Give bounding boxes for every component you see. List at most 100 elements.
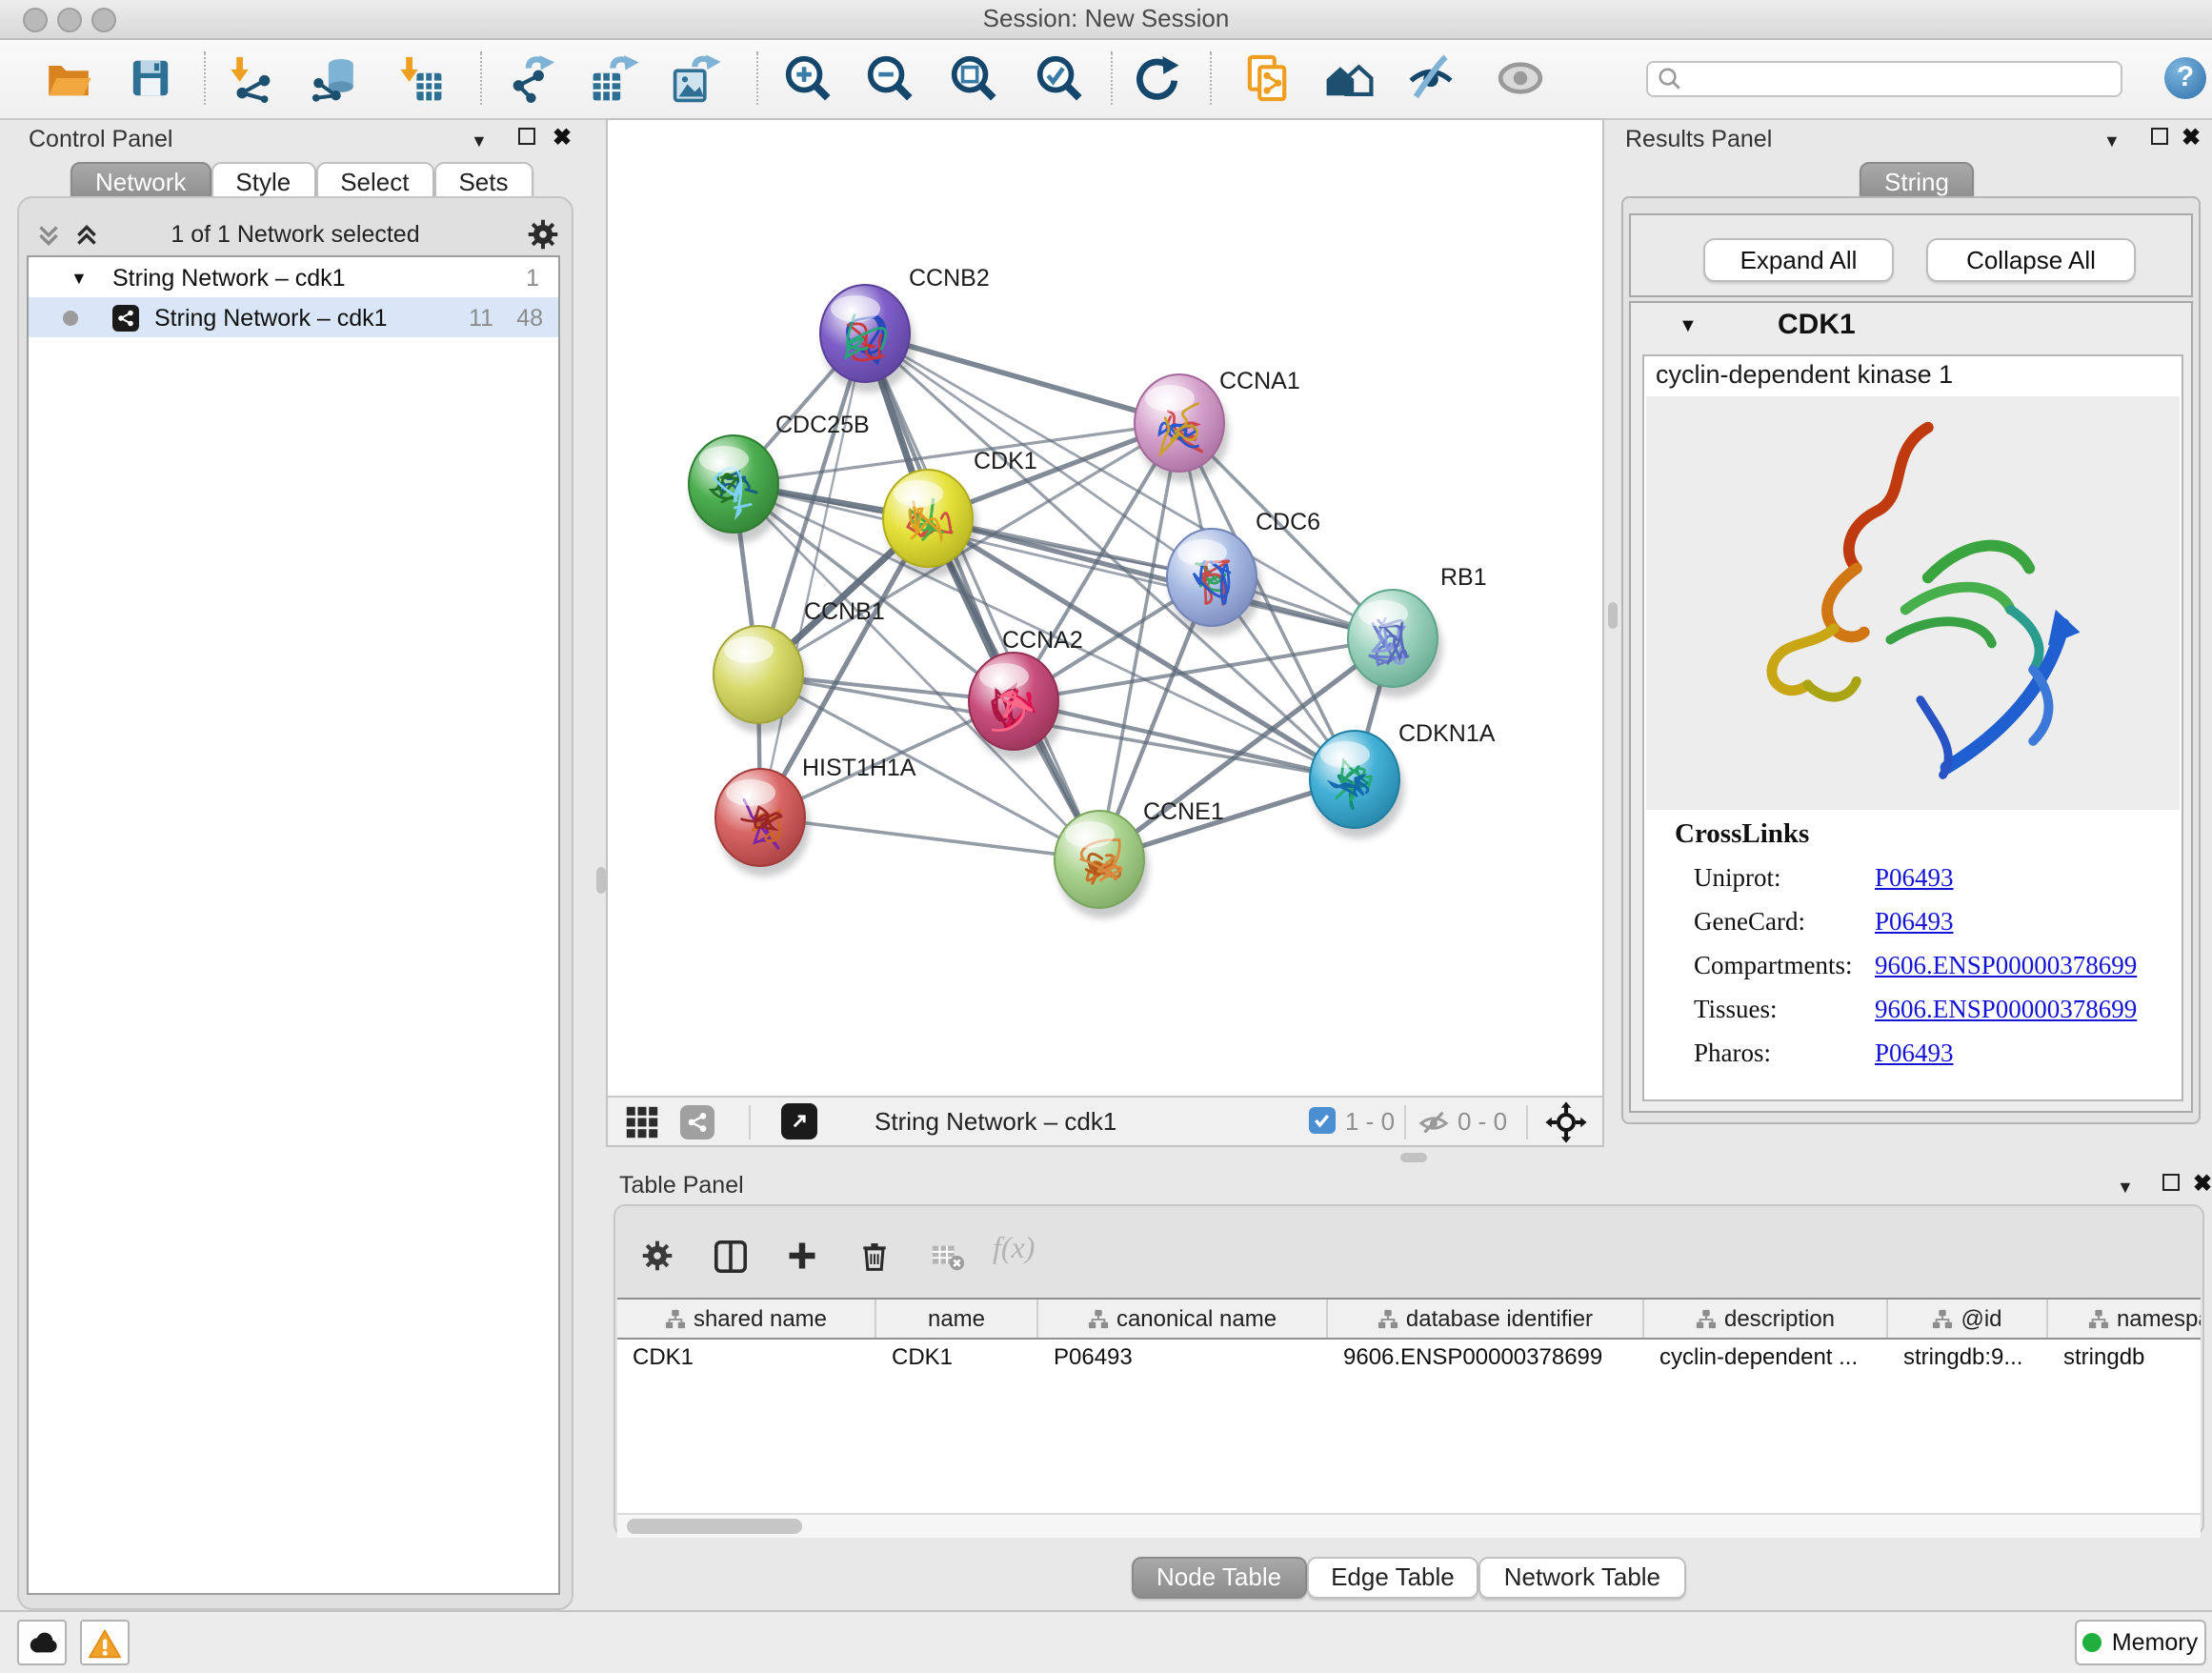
zoom-selected-button[interactable] bbox=[1035, 53, 1084, 103]
database-icon bbox=[309, 53, 358, 103]
table-cell[interactable]: CDK1 bbox=[617, 1342, 876, 1369]
network-canvas[interactable]: CCNB2CCNA1CDC25BCDK1CDC6RB1CCNB1CCNA2CDK… bbox=[608, 120, 1602, 1094]
network-view-title: String Network – cdk1 bbox=[875, 1107, 1116, 1136]
toolbar-separator bbox=[1111, 51, 1113, 105]
import-table-icon bbox=[394, 53, 444, 103]
table-cell[interactable]: stringdb bbox=[2048, 1342, 2201, 1369]
open-session-button[interactable] bbox=[44, 53, 93, 103]
vertical-splitter-handle[interactable] bbox=[596, 867, 606, 894]
tab-edge-table[interactable]: Edge Table bbox=[1306, 1557, 1479, 1599]
delete-column-button[interactable] bbox=[852, 1233, 897, 1279]
cloud-status-button[interactable] bbox=[17, 1620, 67, 1665]
table-cell[interactable]: stringdb:9... bbox=[1888, 1342, 2048, 1369]
toolbar-separator bbox=[480, 51, 482, 105]
selected-checkbox-icon[interactable] bbox=[1309, 1107, 1336, 1134]
delete-table-button-disabled[interactable] bbox=[924, 1233, 970, 1279]
crosslink-label: Uniprot: bbox=[1694, 863, 1781, 894]
import-network-button[interactable] bbox=[225, 53, 274, 103]
control-panel-close-icon[interactable]: ✖ bbox=[553, 128, 572, 147]
gear-icon bbox=[640, 1239, 674, 1273]
export-table-button[interactable] bbox=[591, 53, 640, 103]
table-cell[interactable]: 9606.ENSP00000378699 bbox=[1328, 1342, 1644, 1369]
tab-node-table[interactable]: Node Table bbox=[1132, 1557, 1306, 1599]
search-input[interactable] bbox=[1646, 61, 2122, 97]
show-columns-button[interactable] bbox=[707, 1233, 753, 1279]
table-cell[interactable]: cyclin-dependent ... bbox=[1644, 1342, 1888, 1369]
results-panel-menu-icon[interactable]: ▼ bbox=[2103, 131, 2121, 151]
save-session-button[interactable] bbox=[126, 53, 175, 103]
table-row[interactable]: CDK1CDK1P064939606.ENSP00000378699cyclin… bbox=[617, 1340, 2201, 1372]
expand-all-button[interactable]: Expand All bbox=[1703, 238, 1894, 282]
column-header-shared-name[interactable]: shared name bbox=[617, 1300, 876, 1338]
help-button[interactable]: ? bbox=[2164, 57, 2206, 99]
gene-details: cyclin-dependent kinase 1 bbox=[1642, 354, 2183, 1101]
column-header--id[interactable]: @id bbox=[1888, 1300, 2048, 1338]
export-network-button[interactable] bbox=[509, 53, 558, 103]
column-header-namespace[interactable]: namespace bbox=[2048, 1300, 2201, 1338]
refresh-button[interactable] bbox=[1132, 53, 1181, 103]
table-panel-tabs: Node TableEdge TableNetwork Table bbox=[1132, 1557, 1685, 1599]
scrollbar-thumb[interactable] bbox=[627, 1519, 802, 1534]
table-horizontal-scrollbar[interactable] bbox=[617, 1513, 2201, 1538]
zoom-out-icon bbox=[865, 53, 915, 103]
table-panel-menu-icon[interactable]: ▼ bbox=[2117, 1178, 2134, 1197]
create-column-button[interactable] bbox=[779, 1233, 825, 1279]
column-header-canonical-name[interactable]: canonical name bbox=[1038, 1300, 1328, 1338]
selected-counts: 1 - 0 bbox=[1345, 1107, 1395, 1136]
network-collection-row[interactable]: ▼ String Network – cdk1 1 bbox=[29, 257, 558, 297]
results-panel-title: Results Panel bbox=[1625, 126, 1772, 152]
results-panel-float-icon[interactable] bbox=[2151, 128, 2168, 145]
show-all-button[interactable] bbox=[1496, 53, 1545, 103]
crosslink-link[interactable]: 9606.ENSP00000378699 bbox=[1875, 995, 2137, 1025]
zoom-fit-button[interactable] bbox=[949, 53, 998, 103]
table-cell[interactable]: P06493 bbox=[1038, 1342, 1328, 1369]
collection-expanded-icon[interactable]: ▼ bbox=[70, 268, 88, 287]
table-cell[interactable]: CDK1 bbox=[876, 1342, 1038, 1369]
table-panel-float-icon[interactable] bbox=[2162, 1174, 2180, 1191]
crosslink-link[interactable]: P06493 bbox=[1875, 1038, 1954, 1069]
node-label-CCNB2: CCNB2 bbox=[909, 265, 990, 292]
crosslinks-list: Uniprot:P06493GeneCard:P06493Compartment… bbox=[1644, 863, 2182, 1082]
import-network-from-database-button[interactable] bbox=[309, 53, 358, 103]
hide-selected-button[interactable] bbox=[1406, 53, 1456, 103]
horizontal-splitter-handle[interactable] bbox=[1400, 1153, 1427, 1162]
network-row-selected[interactable]: String Network – cdk1 11 48 bbox=[29, 297, 558, 337]
zoom-out-button[interactable] bbox=[865, 53, 915, 103]
tab-network-table[interactable]: Network Table bbox=[1479, 1557, 1685, 1599]
birdseye-view-icon[interactable] bbox=[781, 1103, 817, 1139]
section-expanded-icon[interactable]: ▼ bbox=[1679, 316, 1698, 337]
duplicate-network-button[interactable] bbox=[1242, 53, 1292, 103]
results-panel-close-icon[interactable]: ✖ bbox=[2182, 128, 2201, 147]
column-header-description[interactable]: description bbox=[1644, 1300, 1888, 1338]
network-options-gear-icon[interactable] bbox=[526, 217, 560, 252]
pan-crosshair-icon[interactable] bbox=[1545, 1101, 1587, 1143]
column-header-name[interactable]: name bbox=[876, 1300, 1038, 1338]
table-options-button[interactable] bbox=[634, 1233, 680, 1279]
zoom-in-button[interactable] bbox=[783, 53, 833, 103]
node-label-CDK1: CDK1 bbox=[974, 448, 1037, 474]
control-panel-float-icon[interactable] bbox=[518, 128, 535, 145]
network-share-icon[interactable] bbox=[680, 1105, 714, 1139]
network-selection-status: 1 of 1 Network selected bbox=[19, 221, 572, 248]
memory-button[interactable]: Memory bbox=[2075, 1620, 2206, 1665]
memory-label: Memory bbox=[2112, 1629, 2198, 1656]
crosslink-link[interactable]: P06493 bbox=[1875, 907, 1954, 937]
import-table-button[interactable] bbox=[394, 53, 444, 103]
collapse-all-button[interactable]: Collapse All bbox=[1926, 238, 2136, 282]
delete-table-icon bbox=[929, 1238, 965, 1274]
zoom-in-icon bbox=[783, 53, 833, 103]
export-image-button[interactable] bbox=[673, 53, 722, 103]
eye-icon bbox=[1496, 53, 1545, 103]
table-panel-close-icon[interactable]: ✖ bbox=[2193, 1174, 2212, 1193]
main-toolbar: ? bbox=[0, 40, 2212, 120]
crosslink-link[interactable]: 9606.ENSP00000378699 bbox=[1875, 951, 2137, 981]
network-list-container: 1 of 1 Network selected ▼ String Network… bbox=[17, 196, 573, 1610]
vertical-splitter-handle[interactable] bbox=[1608, 602, 1618, 629]
control-panel-menu-icon[interactable]: ▼ bbox=[471, 131, 488, 151]
grid-view-icon[interactable] bbox=[625, 1105, 659, 1139]
crosslink-link[interactable]: P06493 bbox=[1875, 863, 1954, 894]
function-builder-button-disabled[interactable]: f(x) bbox=[993, 1233, 1035, 1267]
column-header-database-identifier[interactable]: database identifier bbox=[1328, 1300, 1644, 1338]
home-button[interactable] bbox=[1324, 53, 1374, 103]
warnings-button[interactable] bbox=[80, 1620, 130, 1665]
